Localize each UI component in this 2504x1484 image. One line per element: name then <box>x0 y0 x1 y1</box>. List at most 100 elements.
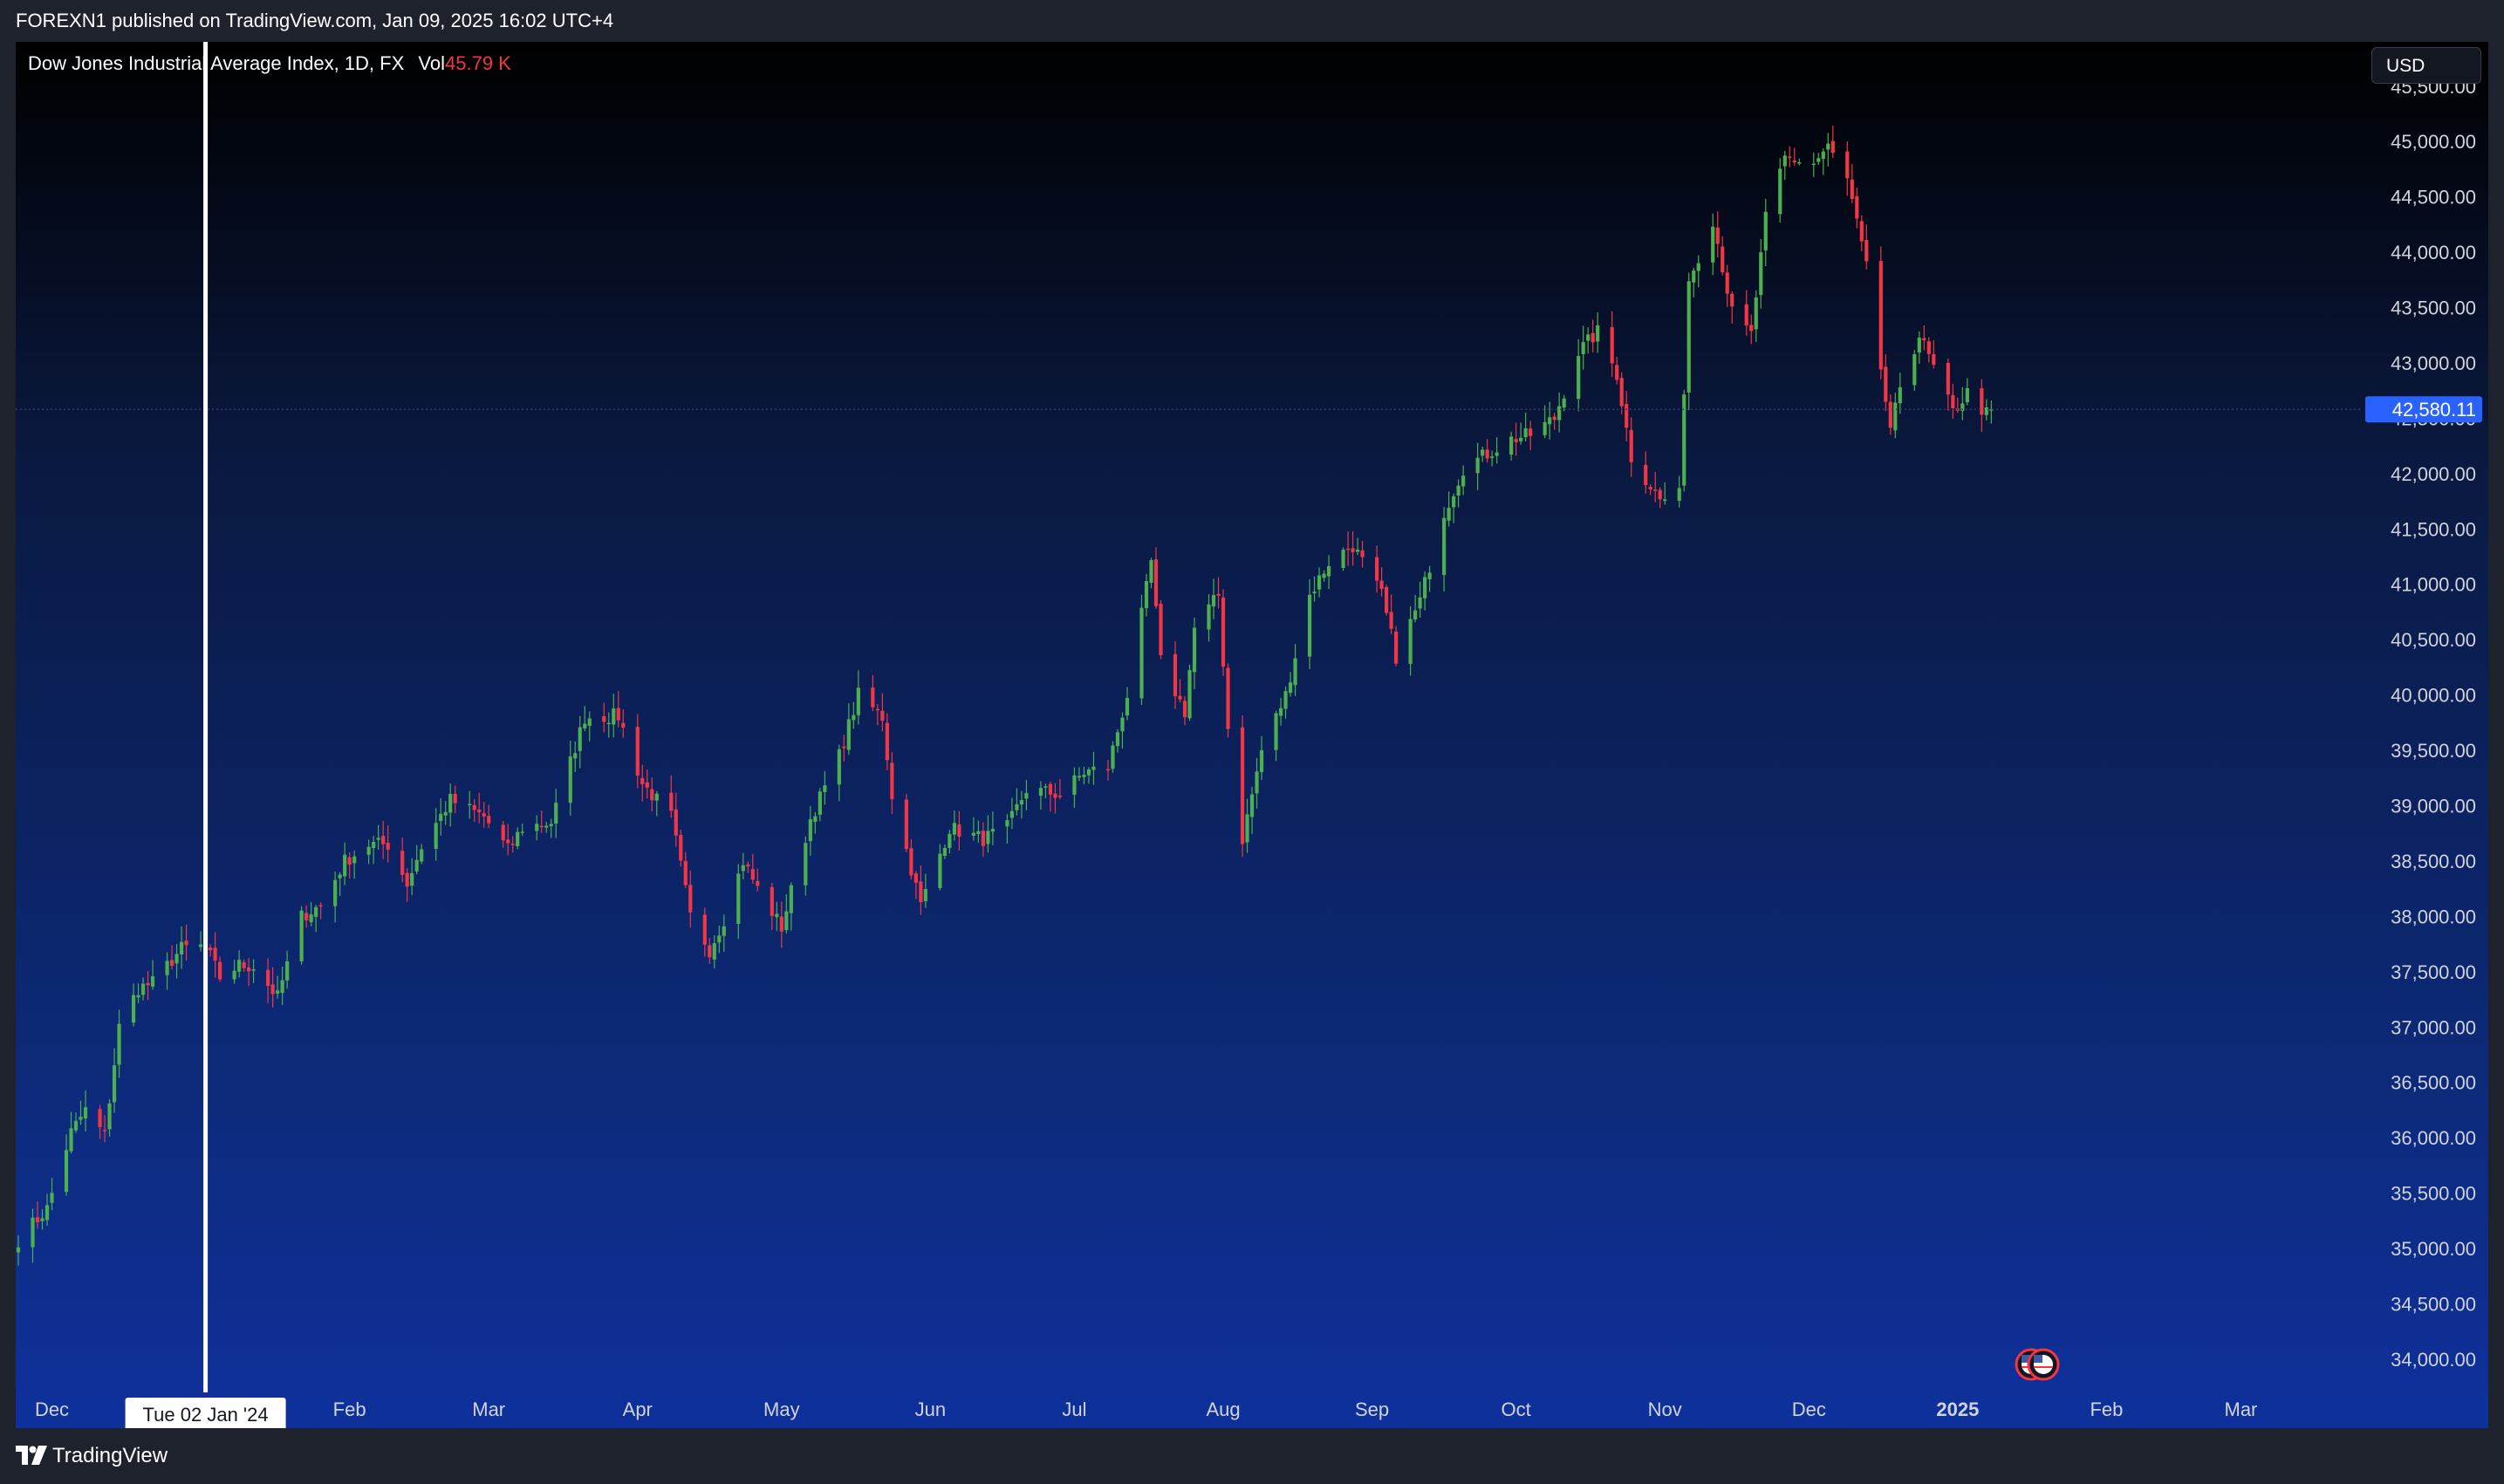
candle-body <box>568 756 572 804</box>
candle-body <box>165 961 169 975</box>
candle-body <box>1744 304 1748 325</box>
volume-label: Vol <box>418 52 445 74</box>
candle-body <box>804 843 808 886</box>
candle-body <box>1826 143 1830 150</box>
candle-body <box>736 873 741 924</box>
candle-body <box>1625 404 1629 428</box>
us-flag-canton <box>2034 1355 2042 1363</box>
candle-body <box>789 885 793 913</box>
candle-body <box>750 869 755 880</box>
y-tick-label: 37,000.00 <box>2391 1016 2476 1038</box>
candle-body <box>544 825 549 828</box>
candle-body <box>1509 436 1514 455</box>
candle-body <box>1721 246 1725 273</box>
currency-selector[interactable]: USD <box>2371 47 2481 84</box>
y-tick-label: 38,000.00 <box>2391 906 2476 927</box>
candle-body <box>885 722 889 761</box>
y-tick-label: 39,500.00 <box>2391 740 2476 762</box>
candle-body <box>1610 326 1614 364</box>
candle-body <box>1009 810 1015 818</box>
candle-body <box>650 789 654 801</box>
candle-body <box>573 753 578 759</box>
candle-body <box>174 954 179 964</box>
candle-body <box>400 851 405 875</box>
y-tick-label: 34,000.00 <box>2391 1349 2476 1371</box>
candle-body <box>784 911 789 931</box>
candle-body <box>1754 297 1758 330</box>
candle-body <box>136 995 140 998</box>
candle-body <box>1792 160 1796 163</box>
candle-body <box>722 926 726 936</box>
candle-body <box>1111 745 1115 769</box>
candle-body <box>352 856 357 864</box>
candle-body <box>420 849 424 862</box>
candle-body <box>112 1064 117 1103</box>
candle-body <box>44 1205 50 1221</box>
candle-body <box>1226 667 1230 729</box>
candle-body <box>1192 627 1197 673</box>
candle-body <box>856 687 860 715</box>
candle-body <box>1951 394 1955 408</box>
candle-body <box>50 1193 54 1203</box>
candle-body <box>1692 270 1696 283</box>
candle-body <box>1629 429 1633 462</box>
candle-body <box>871 687 875 708</box>
candle-body <box>919 881 923 903</box>
candle-body <box>376 838 380 840</box>
candle-body <box>1082 775 1086 777</box>
candle-body <box>1086 769 1091 776</box>
candle-body <box>779 916 783 932</box>
x-tick-label: 2025 <box>1936 1399 1979 1420</box>
x-tick-label: Feb <box>333 1399 366 1420</box>
candle-body <box>1408 619 1413 664</box>
candle-body <box>1523 427 1528 438</box>
chart-frame[interactable]: 34,000.00 34,500.00 35,000.00 35,500.00 36,0… <box>16 42 2488 1428</box>
candle-body <box>381 836 386 845</box>
candle-body <box>146 982 150 986</box>
y-tick-label: 35,500.00 <box>2391 1183 2476 1205</box>
candle-body <box>299 910 304 961</box>
candle-body <box>1360 550 1365 557</box>
candle-body <box>217 961 222 980</box>
candle-body <box>1255 771 1259 794</box>
x-tick-label: Mar <box>472 1399 505 1420</box>
candle-body <box>386 843 390 850</box>
candle-body <box>621 722 626 728</box>
candle-body <box>957 824 961 838</box>
candle-body <box>107 1103 112 1130</box>
candle-body <box>372 841 376 848</box>
candle-body <box>1182 701 1187 718</box>
candle-body <box>1207 604 1211 630</box>
candle-body <box>1548 417 1552 425</box>
publish-info: FOREXN1 published on TradingView.com, Ja… <box>16 10 614 31</box>
candlestick-chart[interactable]: 34,000.00 34,500.00 35,000.00 35,500.00 36,0… <box>16 42 2488 1428</box>
candle-body <box>448 793 453 813</box>
candle-body <box>1715 227 1720 244</box>
candle-body <box>251 969 256 971</box>
candle-body <box>1663 499 1667 502</box>
candle-body <box>1288 682 1293 694</box>
candle-body <box>1529 428 1533 436</box>
candle-body <box>40 1218 44 1221</box>
candle-body <box>1749 325 1754 332</box>
y-tick-label: 44,500.00 <box>2391 187 2476 209</box>
candle-body <box>1278 708 1283 716</box>
candle-body <box>309 914 313 922</box>
candle-body <box>16 1247 21 1253</box>
candle-body <box>280 980 284 994</box>
candle-body <box>242 962 246 968</box>
candle-body <box>1922 338 1926 341</box>
y-tick-label: 35,000.00 <box>2391 1238 2476 1260</box>
candle-body <box>1384 586 1389 613</box>
candle-body <box>232 970 236 980</box>
x-tick-label: Sep <box>1355 1399 1389 1420</box>
y-tick-label: 34,500.00 <box>2391 1293 2476 1315</box>
candle-body <box>1830 140 1835 154</box>
candle-body <box>1519 437 1523 441</box>
candle-body <box>688 885 693 913</box>
candle-body <box>1898 386 1902 404</box>
candle-body <box>1005 820 1009 827</box>
last-price-label: 42,580.11 <box>2392 399 2476 421</box>
y-tick-label: 36,000.00 <box>2391 1127 2476 1149</box>
candle-body <box>1024 792 1029 799</box>
